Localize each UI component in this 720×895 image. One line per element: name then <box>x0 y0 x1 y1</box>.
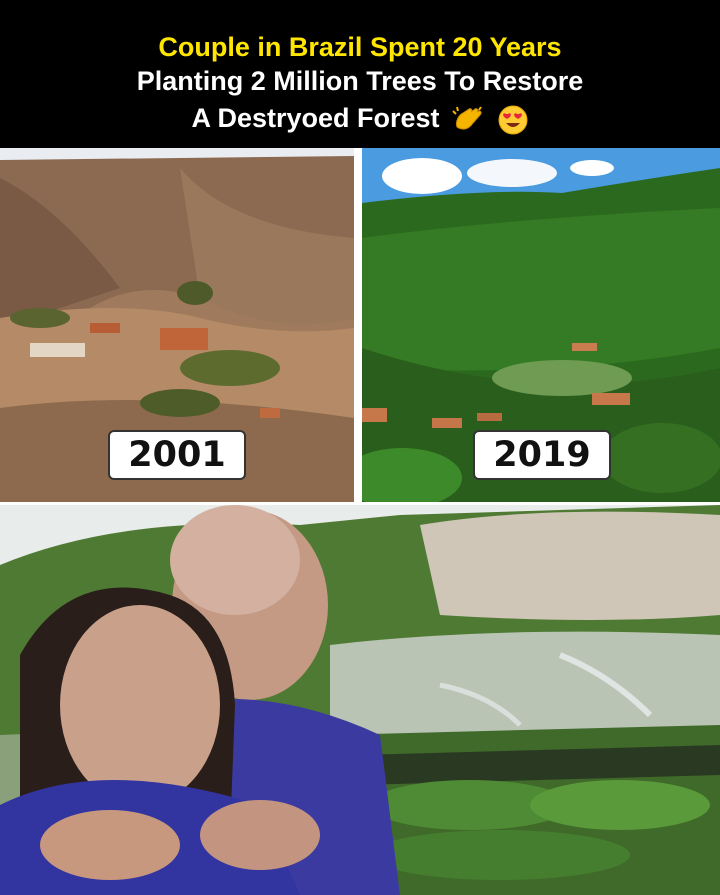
caption-header: Couple in Brazil Spent 20 Years Planting… <box>0 0 720 148</box>
caption-line-1: Couple in Brazil Spent 20 Years <box>158 32 562 62</box>
couple-photo <box>0 505 720 895</box>
year-label-2019: 2019 <box>473 430 611 480</box>
panel-divider <box>354 148 362 505</box>
year-label-2001: 2001 <box>108 430 246 480</box>
caption-line-2: Planting 2 Million Trees To Restore <box>136 66 584 96</box>
clapping-hands-icon <box>451 105 485 135</box>
caption-line-3: A Destryoed Forest <box>0 102 720 136</box>
caption-line-3-text: A Destryoed Forest <box>191 103 440 133</box>
heart-eyes-face-icon <box>497 104 529 136</box>
